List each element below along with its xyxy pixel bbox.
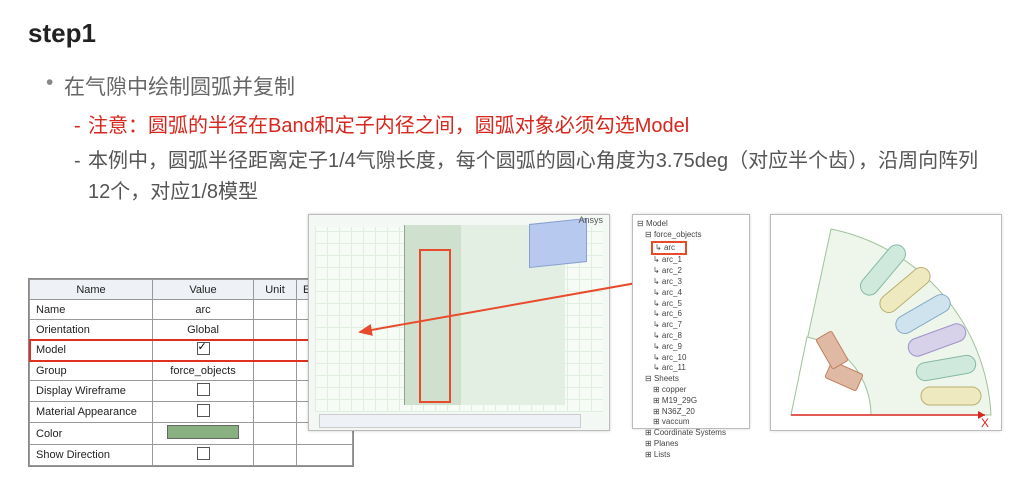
tree-root[interactable]: ⊟ Model: [637, 219, 745, 230]
tree-arc-item[interactable]: ↳ arc_11: [637, 363, 745, 374]
bullet-detail: 本例中，圆弧半径距离定子1/4气隙长度，每个圆弧的圆心角度为3.75deg（对应…: [74, 146, 984, 208]
props-cell-unit: [254, 320, 297, 340]
geometry-screenshot: Ansys: [308, 214, 610, 431]
checkbox[interactable]: [197, 342, 210, 355]
props-row[interactable]: OrientationGlobal: [30, 320, 353, 340]
props-cell-name: Group: [30, 361, 153, 381]
tree-arc-item[interactable]: ↳ arc_4: [637, 288, 745, 299]
props-cell-value[interactable]: arc: [153, 300, 254, 320]
tree-arc-item[interactable]: ↳ arc_7: [637, 320, 745, 331]
props-cell-name: Color: [30, 423, 153, 445]
props-cell-value[interactable]: Global: [153, 320, 254, 340]
bullet-warning: 注意：圆弧的半径在Band和定子内径之间，圆弧对象必须勾选Model: [74, 111, 984, 142]
props-cell-value[interactable]: [153, 402, 254, 423]
props-cell-name: Name: [30, 300, 153, 320]
bullet-main: 在气隙中绘制圆弧并复制 注意：圆弧的半径在Band和定子内径之间，圆弧对象必须勾…: [46, 71, 984, 208]
tree-arc-item[interactable]: ↳ arc_10: [637, 353, 745, 364]
model-tree-panel: ⊟ Model ⊟ force_objects ↳ arc ↳ arc_1↳ a…: [632, 214, 750, 429]
checkbox[interactable]: [197, 447, 210, 460]
tree-sheet-item[interactable]: ⊞ vaccum: [637, 417, 745, 428]
props-cell-unit: [254, 361, 297, 381]
color-swatch[interactable]: [167, 425, 239, 439]
checkbox[interactable]: [197, 404, 210, 417]
props-cell-unit: [254, 340, 297, 361]
props-row[interactable]: Model: [30, 340, 353, 361]
properties-panel: Name Value Unit Evalua... NamearcOrienta…: [28, 278, 354, 467]
highlight-box-arc: [419, 249, 451, 403]
props-cell-name: Model: [30, 340, 153, 361]
props-cell-value[interactable]: [153, 381, 254, 402]
tree-arc-item[interactable]: ↳ arc_5: [637, 299, 745, 310]
tree-extra-item[interactable]: ⊞ Coordinate Systems: [637, 428, 745, 439]
figure-area: Name Value Unit Evalua... NamearcOrienta…: [28, 214, 984, 446]
props-row[interactable]: Namearc: [30, 300, 353, 320]
tree-group[interactable]: ⊟ force_objects: [637, 230, 745, 241]
tree-extra-item[interactable]: ⊞ Planes: [637, 439, 745, 450]
model-thumbnail: X: [770, 214, 1002, 431]
props-cell-eval: [297, 445, 353, 466]
tree-arc-item[interactable]: ↳ arc_9: [637, 342, 745, 353]
axis-x-label: X: [981, 416, 989, 430]
props-cell-value[interactable]: [153, 423, 254, 445]
props-row[interactable]: Show Direction: [30, 445, 353, 466]
tree-sheet-item[interactable]: ⊞ N36Z_20: [637, 407, 745, 418]
ansys-badge: Ansys: [578, 215, 603, 225]
tree-sheet-item[interactable]: ⊞ M19_29G: [637, 396, 745, 407]
tree-sheets[interactable]: ⊟ Sheets: [637, 374, 745, 385]
props-cell-value[interactable]: [153, 340, 254, 361]
props-header-value: Value: [153, 280, 254, 300]
tree-arc-item[interactable]: ↳ arc_1: [637, 255, 745, 266]
tree-arc-item[interactable]: ↳ arc_8: [637, 331, 745, 342]
props-row[interactable]: Color: [30, 423, 353, 445]
props-cell-name: Display Wireframe: [30, 381, 153, 402]
props-header-name: Name: [30, 280, 153, 300]
props-cell-unit: [254, 381, 297, 402]
props-cell-name: Orientation: [30, 320, 153, 340]
props-row[interactable]: Groupforce_objects: [30, 361, 353, 381]
props-header-row: Name Value Unit Evalua...: [30, 280, 353, 300]
tree-arc-selected[interactable]: ↳ arc: [651, 241, 687, 256]
props-row[interactable]: Material Appearance: [30, 402, 353, 423]
tree-arc-item[interactable]: ↳ arc_6: [637, 309, 745, 320]
tree-sheet-item[interactable]: ⊞ copper: [637, 385, 745, 396]
page-title: step1: [28, 18, 984, 49]
slot-region: [529, 218, 587, 268]
props-cell-unit: [254, 300, 297, 320]
props-cell-value[interactable]: force_objects: [153, 361, 254, 381]
checkbox[interactable]: [197, 383, 210, 396]
props-cell-value[interactable]: [153, 445, 254, 466]
bullet-main-text: 在气隙中绘制圆弧并复制: [64, 76, 295, 99]
props-row[interactable]: Display Wireframe: [30, 381, 353, 402]
props-cell-name: Material Appearance: [30, 402, 153, 423]
props-header-unit: Unit: [254, 280, 297, 300]
tree-extra-item[interactable]: ⊞ Lists: [637, 450, 745, 461]
props-cell-unit: [254, 402, 297, 423]
props-cell-unit: [254, 423, 297, 445]
props-cell-name: Show Direction: [30, 445, 153, 466]
props-cell-unit: [254, 445, 297, 466]
tree-arc-item[interactable]: ↳ arc_2: [637, 266, 745, 277]
tree-arc-item[interactable]: ↳ arc_3: [637, 277, 745, 288]
view-toolbar: [319, 414, 581, 428]
